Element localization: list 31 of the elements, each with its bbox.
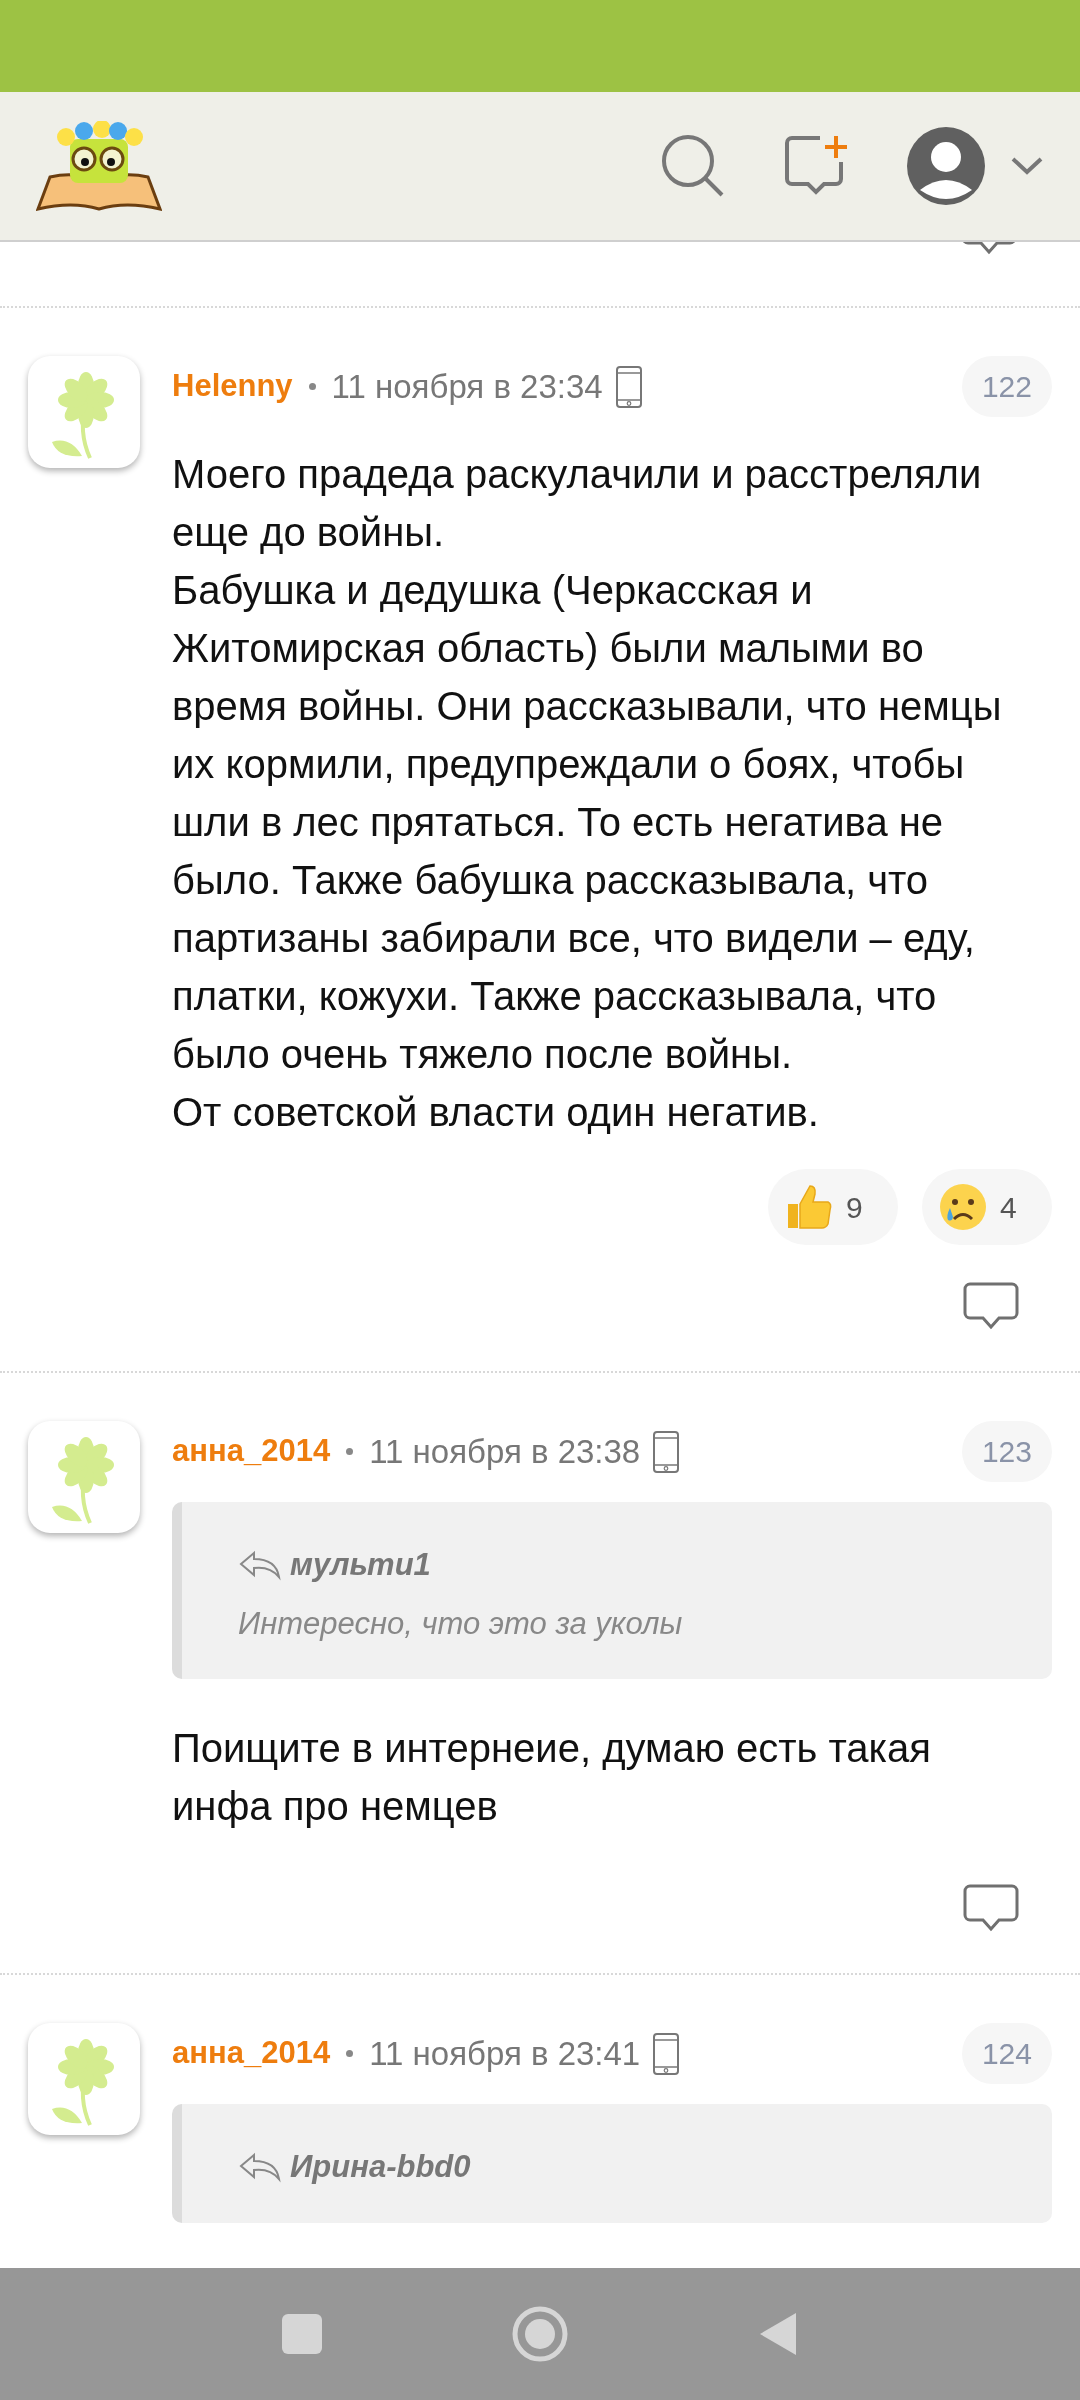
comment-number[interactable]: 123 [961, 1421, 1052, 1482]
comment-number[interactable]: 122 [961, 356, 1052, 417]
comment-date: 11 ноября в 23:38 [369, 1431, 641, 1472]
comment-text: Поищите в интернеие, думаю есть такая инфа про немцев [172, 1725, 932, 1830]
author-name[interactable]: анна_2014 [172, 2030, 331, 2077]
reaction-button[interactable]: 4 [922, 1169, 1052, 1245]
logo-icon[interactable] [36, 121, 162, 211]
comment-date: 11 ноября в 23:41 [369, 2033, 641, 2074]
comment-date: 11 ноября в 23:34 [331, 366, 603, 407]
back-icon[interactable] [758, 2311, 798, 2357]
phone-icon [614, 364, 643, 409]
chevron-down-icon[interactable] [1010, 156, 1044, 176]
phone-icon [652, 1429, 681, 1474]
comment-text: От советской власти один негатив. [172, 1089, 820, 1136]
phone-icon [652, 2031, 681, 2076]
crying-face-icon [938, 1182, 988, 1232]
quote-author: Ирина-bbd0 [290, 2148, 471, 2186]
quote-text: Интересно, что это за уколы [238, 1604, 684, 1643]
quote-author: мульти1 [290, 1546, 431, 1584]
author-name[interactable]: Helenny [172, 363, 293, 410]
comment-icon[interactable] [962, 1281, 1020, 1331]
comment-number[interactable]: 124 [961, 2023, 1052, 2084]
reply-arrow-icon [238, 1549, 282, 1582]
comment-icon[interactable] [962, 1883, 1020, 1933]
reply-arrow-icon [238, 2151, 282, 2184]
comment-text: Моего прадеда раскулачили и расстреляли еще до войны. [172, 451, 983, 556]
home-icon[interactable] [512, 2306, 568, 2362]
reaction-button[interactable]: 9 [768, 1169, 898, 1245]
user-avatar-icon[interactable] [906, 126, 986, 206]
author-name[interactable]: анна_2014 [172, 1428, 331, 1475]
comment-text: Бабушка и дедушка (Черкасская и Житомирская область) были малыми во время войны. Они рассказывали, что немцы их кормили, предупреждали о боях, чтобы шли в лес прятаться. То есть негатива не было. Также бабушка рассказывала, что партизаны забирали все, что видели – еду, платки, кожухи. Также рассказывала, что было очень тяжело после войны. [172, 567, 1003, 1078]
